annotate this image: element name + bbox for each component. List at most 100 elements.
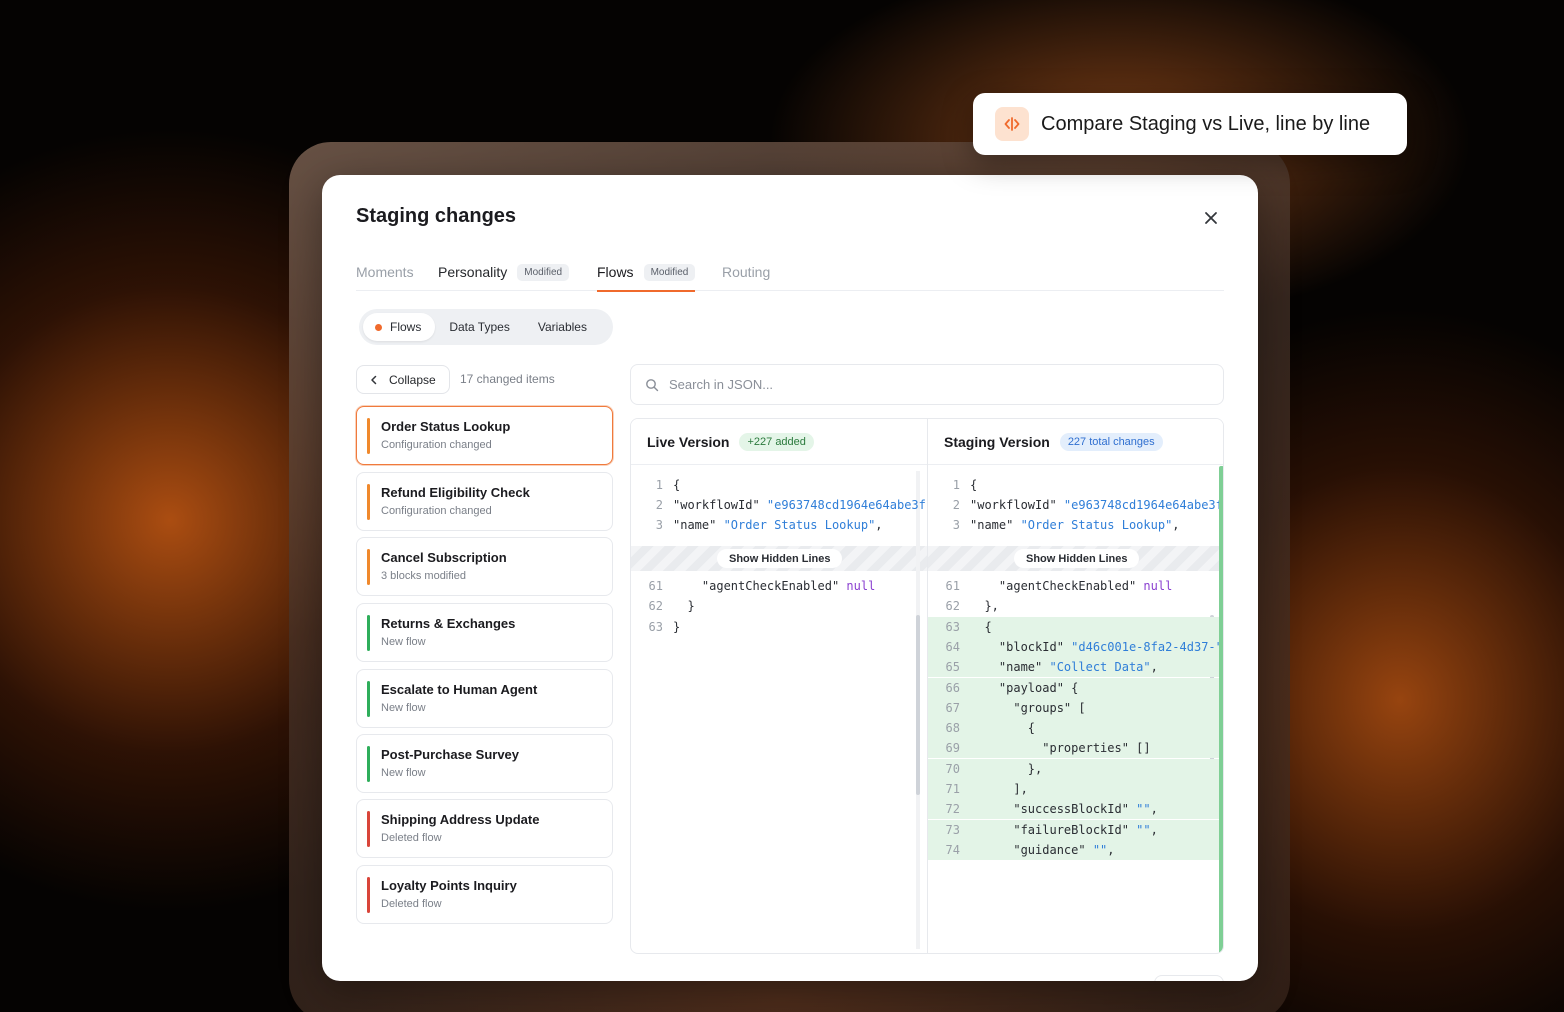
changed-item-card[interactable]: Order Status Lookup Configuration changed — [356, 406, 613, 465]
search-input[interactable] — [669, 377, 1189, 392]
tab-moments[interactable]: Moments — [356, 253, 414, 291]
added-count-pill: +227 added — [739, 432, 814, 451]
line-number: 61 — [648, 579, 663, 593]
total-changes-pill: 227 total changes — [1059, 432, 1163, 451]
staging-version-title: Staging Version — [944, 433, 1050, 450]
code-text: "properties" [] — [970, 741, 1151, 756]
line-number: 64 — [945, 639, 960, 654]
code-line: 71 ], — [928, 779, 1223, 799]
tab-label: Personality — [438, 264, 508, 280]
line-number: 68 — [945, 721, 960, 736]
changed-item-card[interactable]: Escalate to Human Agent New flow — [356, 669, 613, 728]
diff-viewer: Live Version +227 added Show Hidden Line… — [630, 418, 1224, 954]
code-text: } — [673, 619, 681, 634]
line-number: 65 — [945, 660, 960, 675]
code-line: 70 }, — [928, 758, 1223, 779]
code-line: 62 } — [631, 596, 927, 616]
line-number: 62 — [648, 599, 663, 614]
close-icon — [1205, 212, 1217, 224]
item-name: Order Status Lookup — [381, 419, 511, 434]
line-number: 70 — [945, 761, 960, 776]
close-button[interactable] — [1200, 207, 1222, 229]
item-name: Returns & Exchanges — [381, 616, 516, 631]
collapse-button[interactable]: Collapse — [356, 365, 450, 394]
show-hidden-lines-button[interactable]: Show Hidden Lines — [717, 549, 843, 568]
item-name: Cancel Subscription — [381, 550, 507, 565]
code-text: "successBlockId" "", — [970, 802, 1158, 817]
live-version-title: Live Version — [647, 433, 730, 450]
item-status-text: New flow — [381, 702, 426, 714]
code-text: "name" "Collect Data", — [970, 660, 1158, 675]
scrollbar[interactable] — [916, 615, 920, 795]
active-dot — [375, 323, 382, 331]
status-bar — [367, 746, 370, 782]
code-line: 3 "name" "Order Status Lookup", — [928, 515, 1223, 535]
changed-items-count: 17 changed items — [460, 372, 555, 386]
footer-edge — [1154, 975, 1224, 981]
changed-item-card[interactable]: Post-Purchase Survey New flow — [356, 734, 613, 793]
modified-badge: Modified — [517, 263, 570, 281]
changed-item-card[interactable]: Loyalty Points Inquiry Deleted flow — [356, 865, 613, 924]
segment-data-types[interactable]: Data Types — [435, 313, 523, 341]
status-bar — [367, 615, 370, 651]
code-text: ], — [970, 782, 1028, 796]
line-number: 67 — [945, 700, 960, 715]
code-line: 72 "successBlockId" "", — [928, 799, 1223, 820]
segment-label: Variables — [537, 320, 587, 334]
code-line: 3 "name" "Order Status Lookup", — [631, 515, 927, 535]
line-number: 62 — [945, 599, 960, 614]
code-text: { — [970, 619, 992, 634]
line-number: 71 — [945, 782, 960, 796]
code-line: 66 "payload" { — [928, 677, 1223, 698]
code-text: "workflowId" "e963748cd1964e64abe3f" — [673, 498, 928, 512]
item-status-text: New flow — [381, 636, 426, 648]
code-text: "name" "Order Status Lookup", — [970, 518, 1180, 532]
line-number: 61 — [945, 579, 960, 593]
line-number: 72 — [945, 802, 960, 817]
changed-item-card[interactable]: Returns & Exchanges New flow — [356, 603, 613, 662]
code-text: }, — [970, 761, 1043, 776]
feature-callout: Compare Staging vs Live, line by line — [973, 93, 1407, 155]
status-bar — [367, 484, 370, 520]
item-status-text: 3 blocks modified — [381, 570, 466, 582]
tab-label: Flows — [597, 264, 634, 280]
live-version-header: Live Version +227 added — [631, 419, 927, 465]
code-line: 64 "blockId" "d46c001e-8fa2-4d37-" — [928, 636, 1223, 657]
item-name: Post-Purchase Survey — [381, 747, 520, 762]
item-status-text: Deleted flow — [381, 898, 442, 910]
changed-item-card[interactable]: Cancel Subscription 3 blocks modified — [356, 537, 613, 596]
code-text: "payload" { — [970, 680, 1079, 695]
json-search[interactable] — [630, 364, 1224, 405]
segment-variables[interactable]: Variables — [524, 313, 601, 341]
tab-routing[interactable]: Routing — [722, 253, 770, 291]
tab-flows[interactable]: Flows Modified — [597, 253, 696, 292]
item-status-text: Deleted flow — [381, 832, 442, 844]
code-line: 74 "guidance" "", — [928, 839, 1223, 860]
status-bar — [367, 811, 370, 847]
tab-personality[interactable]: Personality Modified — [438, 253, 570, 291]
line-number: 2 — [655, 498, 663, 512]
changed-item-card[interactable]: Refund Eligibility Check Configuration ch… — [356, 472, 613, 531]
code-text: "workflowId" "e963748cd1964e64abe3f" — [970, 498, 1224, 512]
live-version-pane[interactable]: Live Version +227 added Show Hidden Line… — [631, 419, 928, 953]
code-line: 73 "failureBlockId" "", — [928, 819, 1223, 840]
item-name: Escalate to Human Agent — [381, 682, 538, 697]
code-line: 63} — [631, 617, 927, 637]
code-text: "name" "Order Status Lookup", — [673, 518, 883, 532]
collapse-label: Collapse — [389, 372, 436, 387]
code-text: { — [673, 478, 681, 492]
code-text: }, — [970, 599, 999, 614]
dialog-title: Staging changes — [356, 205, 517, 227]
code-text: "agentCheckEnabled" null — [673, 579, 876, 593]
changed-item-card[interactable]: Shipping Address Update Deleted flow — [356, 799, 613, 858]
staging-version-pane[interactable]: Staging Version 227 total changes Show H… — [928, 419, 1224, 953]
segment-flows[interactable]: Flows — [363, 313, 436, 341]
status-bar — [367, 418, 370, 454]
line-number: 66 — [945, 680, 960, 695]
line-number: 3 — [952, 518, 960, 532]
code-text: } — [673, 599, 695, 614]
tab-bar: Moments Personality Modified Flows Modif… — [356, 253, 1224, 292]
staging-version-header: Staging Version 227 total changes — [928, 419, 1223, 465]
show-hidden-lines-button[interactable]: Show Hidden Lines — [1014, 549, 1140, 568]
status-bar — [367, 877, 370, 913]
